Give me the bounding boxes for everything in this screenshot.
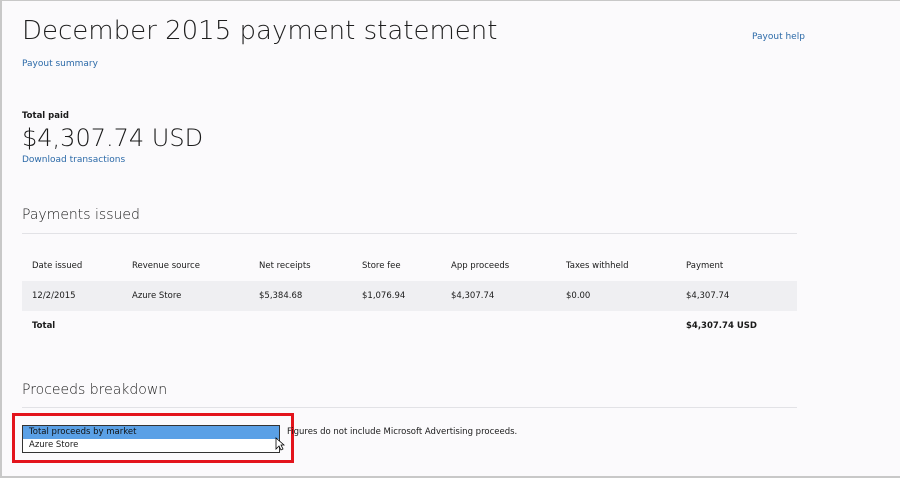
divider — [22, 407, 797, 408]
payments-table: Date issued Revenue source Net receipts … — [22, 251, 797, 341]
cell: $4,307.74 — [441, 281, 556, 311]
payout-summary-link[interactable]: Payout summary — [22, 59, 98, 69]
col-source: Revenue source — [132, 261, 200, 271]
cell: 12/2/2015 — [22, 281, 122, 311]
col-date: Date issued — [32, 261, 83, 271]
col-payment: Payment — [686, 261, 724, 271]
col-taxes: Taxes withheld — [566, 261, 629, 271]
option-total-proceeds[interactable]: Total proceeds by market — [23, 426, 279, 439]
table-row: 12/2/2015 Azure Store $5,384.68 $1,076.9… — [22, 281, 797, 311]
cursor-icon — [275, 437, 285, 451]
payout-help-link[interactable]: Payout help — [752, 32, 805, 42]
cell: $5,384.68 — [249, 281, 352, 311]
market-select[interactable]: Total proceeds by market Azure Store — [22, 425, 280, 453]
total-paid-label: Total paid — [22, 111, 69, 121]
cell: $1,076.94 — [352, 281, 441, 311]
divider — [22, 233, 797, 234]
page-title: December 2015 payment statement — [22, 16, 498, 46]
table-header: Date issued Revenue source Net receipts … — [22, 251, 797, 281]
download-transactions-link[interactable]: Download transactions — [22, 155, 125, 165]
option-azure-store[interactable]: Azure Store — [23, 439, 279, 452]
cell: $4,307.74 — [676, 281, 797, 311]
total-row: Total $4,307.74 USD — [22, 311, 797, 341]
total-label: Total — [32, 321, 56, 331]
proceeds-note: Figures do not include Microsoft Adverti… — [287, 427, 518, 437]
col-fee: Store fee — [362, 261, 401, 271]
cell: $0.00 — [556, 281, 676, 311]
cell: Azure Store — [122, 281, 249, 311]
col-proceeds: App proceeds — [451, 261, 510, 271]
total-value: $4,307.74 USD — [686, 321, 757, 331]
proceeds-breakdown-heading: Proceeds breakdown — [22, 382, 168, 398]
col-net: Net receipts — [259, 261, 311, 271]
total-paid-amount: $4,307.74 USD — [22, 124, 204, 152]
payments-issued-heading: Payments issued — [22, 207, 140, 223]
